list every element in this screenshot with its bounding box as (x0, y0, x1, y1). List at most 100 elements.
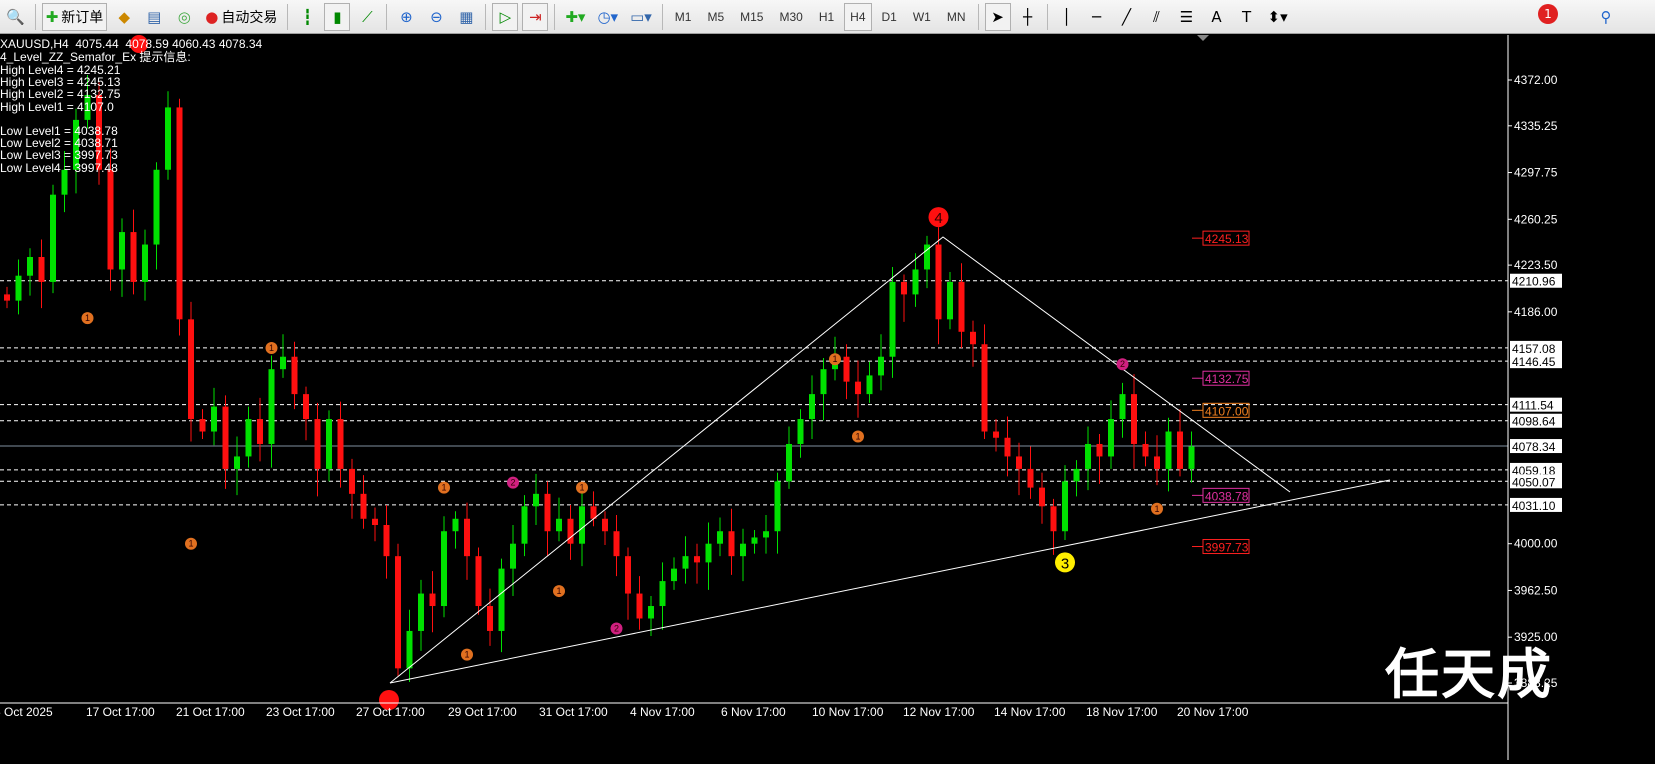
line-chart-icon[interactable]: ⟋ (354, 3, 380, 31)
templates-icon[interactable]: ▭▾ (626, 3, 656, 31)
candle-body (855, 381, 861, 395)
arrows-icon[interactable]: ⬍▾ (1264, 3, 1292, 31)
candle-body (648, 606, 654, 619)
timeframe-h1[interactable]: H1 (813, 3, 840, 31)
date-tick-label: 10 Nov 17:00 (812, 705, 884, 719)
candle-body (245, 419, 252, 457)
search-icon[interactable]: 🔍 (2, 3, 29, 31)
candle-body (947, 281, 953, 320)
date-tick-label: 31 Oct 17:00 (539, 705, 608, 719)
candle-body (556, 518, 562, 532)
candle-body (970, 331, 976, 345)
indicator-title: 4_Level_ZZ_Semafor_Ex 提示信息: (0, 50, 191, 64)
candle-body (418, 593, 424, 631)
candle-body (958, 281, 965, 332)
timeframe-h4[interactable]: H4 (844, 2, 872, 31)
price-label: 4031.10 (1512, 499, 1556, 513)
price-label: 4157.08 (1512, 342, 1556, 356)
timeframe-d1[interactable]: D1 (876, 3, 903, 31)
candle-body (1096, 443, 1103, 457)
auto-scroll-icon[interactable]: ▷ (492, 2, 519, 31)
candle-body (15, 275, 22, 301)
equidistant-channel-icon[interactable]: ⫽ (1144, 3, 1170, 31)
new-order-button[interactable]: ✚ 新订单 (41, 2, 108, 31)
text-label-icon[interactable]: T (1234, 3, 1260, 31)
candle-body (659, 581, 666, 607)
candle-body (452, 518, 459, 532)
semafor-number: 1 (855, 431, 860, 441)
price-tick-label: 4335.25 (1514, 119, 1558, 133)
candle-body (809, 394, 815, 420)
candle-body (1142, 443, 1149, 457)
signals-icon[interactable]: ◎ (171, 3, 197, 31)
bar-chart-icon[interactable]: ┇ (294, 3, 320, 31)
search-icon[interactable]: ⚲ (1593, 3, 1619, 31)
chart-shift-icon[interactable]: ⇥ (522, 2, 549, 31)
horizontal-line-icon[interactable]: ─ (1084, 3, 1110, 31)
periods-clock-icon[interactable]: ◷▾ (593, 3, 622, 31)
candle-body (1016, 456, 1022, 469)
price-tick-label: 4223.50 (1514, 258, 1558, 272)
candle-body (544, 493, 551, 532)
tile-windows-icon[interactable]: ▦ (453, 3, 479, 31)
price-label: 4078.34 (1512, 440, 1556, 454)
zoom-out-icon[interactable]: ⊖ (423, 3, 449, 31)
trendline-icon[interactable]: ╱ (1114, 3, 1140, 31)
timeframe-m15[interactable]: M15 (734, 3, 769, 31)
candle-body (291, 356, 298, 395)
candle-body (199, 419, 206, 432)
date-tick-label: 23 Oct 17:00 (266, 705, 335, 719)
timeframe-mn[interactable]: MN (941, 3, 972, 31)
candlestick-chart-icon[interactable]: ▮ (324, 2, 351, 31)
text-icon[interactable]: A (1204, 3, 1230, 31)
candle-body (521, 506, 528, 544)
level-line: Low Level3 = 3997.73 (0, 148, 118, 163)
timeframe-m30[interactable]: M30 (773, 3, 808, 31)
candle-body (1108, 419, 1114, 457)
candle-body (211, 406, 217, 432)
fibonacci-icon[interactable]: ☰ (1174, 3, 1200, 31)
vertical-line-icon[interactable]: │ (1054, 3, 1080, 31)
candle-body (1188, 446, 1195, 469)
candle-body (406, 630, 413, 669)
notifications-icon[interactable] (1623, 3, 1653, 31)
price-label: 4210.96 (1512, 275, 1556, 289)
zoom-in-icon[interactable]: ⊕ (393, 3, 419, 31)
candle-body (912, 269, 919, 295)
notification-badge[interactable]: 1 (1538, 4, 1558, 24)
candle-body (935, 244, 942, 320)
candle-body (878, 356, 884, 376)
semafor-number: 2 (1120, 359, 1125, 369)
timeframe-w1[interactable]: W1 (907, 3, 937, 31)
cursor-icon[interactable]: ➤ (984, 2, 1011, 31)
candle-body (671, 568, 677, 582)
date-tick-label: 12 Nov 17:00 (903, 705, 975, 719)
price-tick-label: 3962.50 (1514, 583, 1558, 597)
indicators-icon[interactable]: ✚▾ (561, 3, 589, 31)
candle-body (843, 356, 850, 382)
date-tick-label: 4 Nov 17:00 (630, 705, 695, 719)
candle-body (1165, 431, 1172, 469)
market-watch-icon[interactable]: ◆ (111, 3, 137, 31)
semafor-number: 4 (934, 210, 942, 227)
semafor-number: 1 (832, 354, 837, 364)
level-tag-label: 4038.78 (1205, 489, 1249, 503)
price-tick-label: 4000.00 (1514, 537, 1558, 551)
date-tick-label: 21 Oct 17:00 (176, 705, 245, 719)
candle-body (1027, 468, 1034, 488)
candle-body (533, 493, 539, 507)
crosshair-icon[interactable]: ┼ (1015, 3, 1041, 31)
timeframe-m5[interactable]: M5 (701, 3, 730, 31)
date-tick-label: 29 Oct 17:00 (448, 705, 517, 719)
candle-body (820, 369, 827, 395)
candle-body (176, 107, 183, 320)
candle-body (636, 593, 643, 619)
candle-body (142, 244, 148, 282)
auto-trading-button[interactable]: ● 自动交易 (201, 3, 281, 31)
level-tag-label: 4132.75 (1205, 372, 1249, 386)
timeframe-m1[interactable]: M1 (669, 3, 698, 31)
data-window-icon[interactable]: ▤ (141, 3, 167, 31)
semafor-number: 1 (1154, 504, 1159, 514)
level-tag-label: 4245.13 (1205, 232, 1249, 246)
candle-body (441, 531, 447, 607)
